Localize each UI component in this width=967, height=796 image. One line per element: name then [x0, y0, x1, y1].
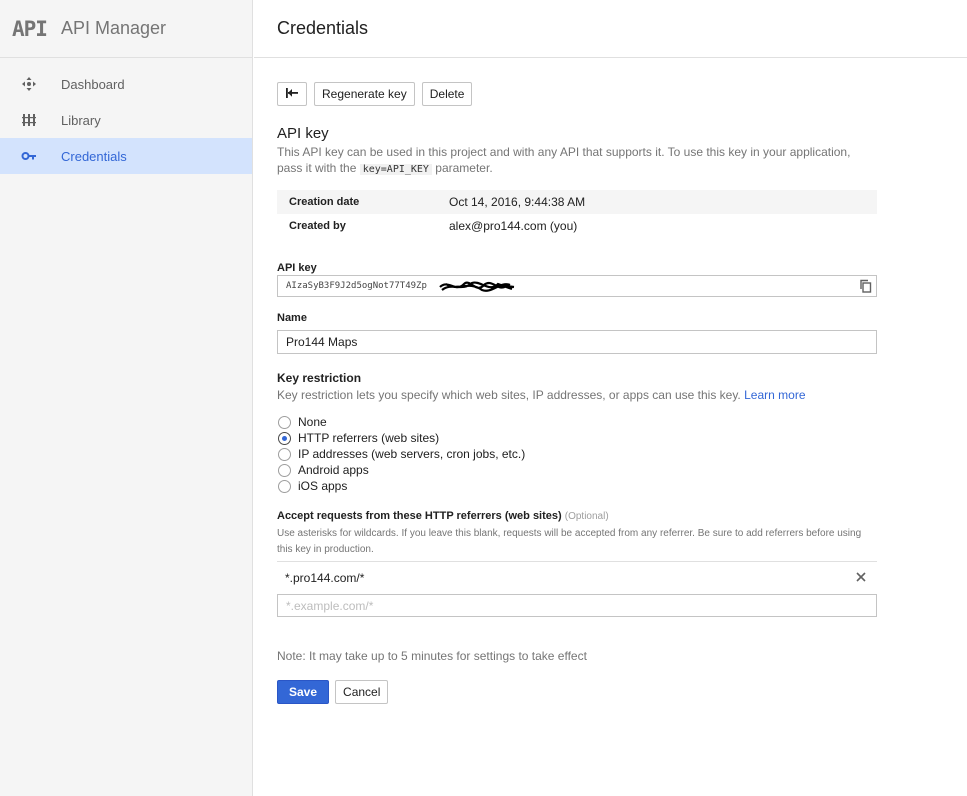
created-by-value: alex@pro144.com (you) [449, 219, 578, 233]
delete-button[interactable]: Delete [421, 82, 473, 106]
back-button[interactable] [277, 82, 307, 106]
sidebar: API API Manager Dashboard Library Creden… [0, 0, 253, 796]
copy-icon[interactable] [857, 278, 873, 294]
key-restriction-text: Key restriction lets you specify which w… [277, 388, 741, 402]
key-restriction-description: Key restriction lets you specify which w… [277, 388, 806, 402]
info-row-created-by: Created by alex@pro144.com (you) [277, 214, 877, 238]
referrer-entry: *.pro144.com/* [277, 561, 877, 593]
api-key-value: AIzaSyB3F9J2d5ogNot77T49Zp [286, 281, 427, 291]
regenerate-key-button[interactable]: Regenerate key [314, 82, 415, 106]
radio-option-ip-addresses[interactable]: IP addresses (web servers, cron jobs, et… [277, 446, 525, 462]
radio-label: HTTP referrers (web sites) [298, 431, 440, 445]
cancel-button[interactable]: Cancel [335, 680, 389, 704]
sidebar-nav: Dashboard Library Credentials [0, 58, 252, 174]
radio-label: Android apps [298, 463, 369, 477]
key-icon [0, 148, 61, 164]
sidebar-item-label: Dashboard [61, 76, 125, 92]
code-snippet: key=API_KEY [359, 164, 432, 175]
radio-option-android-apps[interactable]: Android apps [277, 462, 525, 478]
section-title-api-key: API key [277, 125, 329, 142]
radio-button[interactable] [278, 463, 291, 477]
key-restriction-title: Key restriction [277, 371, 362, 385]
api-key-field[interactable]: AIzaSyB3F9J2d5ogNot77T49Zp [277, 275, 877, 297]
radio-button[interactable] [278, 415, 291, 429]
radio-button[interactable] [278, 479, 291, 493]
referrer-value: *.pro144.com/* [285, 570, 365, 585]
back-arrow-icon [284, 87, 300, 102]
radio-option-http-referrers[interactable]: HTTP referrers (web sites) [277, 430, 525, 446]
api-logo: API [12, 16, 48, 41]
library-icon [0, 112, 61, 128]
optional-tag: (Optional) [564, 511, 609, 522]
toolbar: Regenerate key Delete [277, 82, 473, 106]
page-header: Credentials [254, 0, 967, 58]
redaction-scribble [439, 281, 515, 292]
referrers-description: Use asterisks for wildcards. If you leav… [277, 528, 862, 555]
sidebar-item-library[interactable]: Library [0, 102, 252, 138]
referrers-title: Accept requests from these HTTP referrer… [277, 510, 609, 522]
close-icon[interactable] [855, 571, 867, 583]
info-label: Created by [289, 220, 346, 232]
description-text-end: parameter. [431, 161, 493, 175]
radio-button[interactable] [278, 447, 291, 461]
radio-option-ios-apps[interactable]: iOS apps [277, 478, 525, 494]
save-button[interactable]: Save [277, 680, 330, 704]
api-key-label: API key [277, 262, 317, 274]
sidebar-item-label: Credentials [61, 148, 127, 164]
creation-date-value: Oct 14, 2016, 9:44:38 AM [449, 195, 586, 209]
referrer-input[interactable] [277, 594, 877, 617]
settings-note: Note: It may take up to 5 minutes for se… [277, 649, 587, 663]
referrers-title-text: Accept requests from these HTTP referrer… [277, 510, 562, 522]
dashboard-icon [0, 76, 61, 92]
learn-more-link[interactable]: Learn more [744, 388, 805, 402]
radio-button[interactable] [278, 431, 291, 445]
sidebar-item-credentials[interactable]: Credentials [0, 138, 252, 174]
key-info-table: Creation date Oct 14, 2016, 9:44:38 AM C… [277, 190, 877, 238]
radio-label: None [298, 415, 327, 429]
sidebar-item-dashboard[interactable]: Dashboard [0, 66, 252, 102]
app-title: API Manager [61, 18, 167, 38]
radio-label: iOS apps [298, 479, 348, 493]
name-label: Name [277, 312, 307, 324]
page-title: Credentials [277, 18, 369, 38]
form-actions: Save Cancel [277, 680, 389, 704]
name-field[interactable]: Pro144 Maps [277, 330, 877, 354]
name-value: Pro144 Maps [286, 335, 358, 349]
brand: API API Manager [0, 0, 252, 58]
sidebar-item-label: Library [61, 112, 101, 128]
radio-label: IP addresses (web servers, cron jobs, et… [298, 447, 526, 461]
info-label: Creation date [289, 196, 360, 208]
radio-option-none[interactable]: None [277, 414, 525, 430]
key-restriction-options: None HTTP referrers (web sites) IP addre… [277, 414, 525, 494]
info-row-creation-date: Creation date Oct 14, 2016, 9:44:38 AM [277, 190, 877, 214]
api-key-description: This API key can be used in this project… [277, 144, 877, 178]
